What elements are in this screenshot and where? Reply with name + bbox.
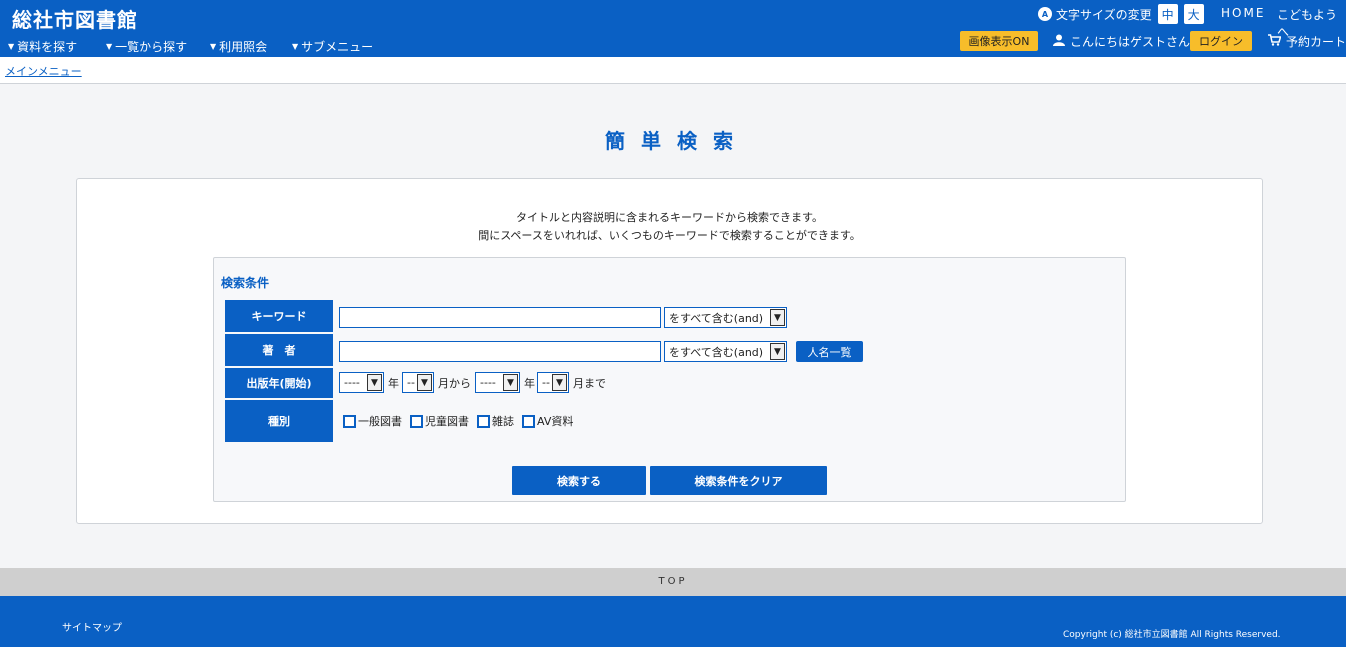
image-toggle-button[interactable]: 画像表示ON xyxy=(960,31,1038,51)
checkbox-icon xyxy=(410,414,423,428)
footer: サイトマップ Copyright (c) 総社市立図書館 All Rights … xyxy=(0,596,1346,647)
back-to-top[interactable]: TOP xyxy=(0,568,1346,596)
search-description: タイトルと内容説明に含まれるキーワードから検索できます。 間にスペースをいれれば… xyxy=(478,211,861,242)
font-size-control: A 文字サイズの変更 中 大 xyxy=(1038,4,1204,24)
month-to-label: 月まで xyxy=(573,377,606,390)
checkbox-icon xyxy=(477,414,490,428)
month-to-select[interactable]: -- ▼ xyxy=(537,372,569,393)
author-input[interactable] xyxy=(339,341,661,362)
page-title: 簡単検索 xyxy=(605,129,749,153)
clear-conditions-button[interactable]: 検索条件をクリア xyxy=(650,466,827,495)
year-from-select[interactable]: ---- ▼ xyxy=(339,372,384,393)
home-link[interactable]: HOME xyxy=(1221,6,1265,20)
font-size-icon: A xyxy=(1038,7,1052,21)
keyword-label: キーワード xyxy=(225,300,333,332)
year-unit-label: 年 xyxy=(524,377,535,390)
author-match-select[interactable]: をすべて含む(and) ▼ xyxy=(664,341,787,362)
copyright: Copyright (c) 総社市立図書館 All Rights Reserve… xyxy=(1063,630,1281,640)
font-size-label: 文字サイズの変更 xyxy=(1056,7,1152,22)
site-title[interactable]: 総社市図書館 xyxy=(12,4,138,33)
breadcrumb-main-menu[interactable]: メインメニュー xyxy=(5,63,82,79)
keyword-input[interactable] xyxy=(339,307,661,328)
user-icon xyxy=(1053,34,1065,49)
font-size-large-button[interactable]: 大 xyxy=(1183,4,1204,24)
chevron-down-icon: ▼ xyxy=(503,374,518,391)
conditions-title: 検索条件 xyxy=(221,276,270,290)
chevron-down-icon: ▼ xyxy=(367,374,382,391)
chevron-down-icon: ▼ xyxy=(770,343,785,360)
search-button[interactable]: 検索する xyxy=(512,466,646,495)
type-magazines-checkbox[interactable]: 雑誌 xyxy=(477,413,514,429)
reservation-cart-link[interactable]: 予約カート xyxy=(1268,33,1346,50)
header: 総社市図書館 ▼ 資料を探す ▼ 一覧から探す ▼ 利用照会 ▼ サブメニュー A 文字… xyxy=(0,0,1346,57)
type-av-materials-checkbox[interactable]: AV資料 xyxy=(522,413,573,429)
chevron-down-icon: ▼ xyxy=(417,374,432,391)
search-conditions: 検索条件 キーワード をすべて含む(and) ▼ 著 者 をすべて含む(and)… xyxy=(213,257,1126,502)
greeting: こんにちはゲストさん xyxy=(1053,33,1190,50)
year-unit-label: 年 xyxy=(388,377,399,390)
chevron-down-icon: ▼ xyxy=(770,309,785,326)
year-to-select[interactable]: ---- ▼ xyxy=(475,372,520,393)
search-panel: タイトルと内容説明に含まれるキーワードから検索できます。 間にスペースをいれれば… xyxy=(76,178,1263,524)
material-type-options: 一般図書 児童図書 雑誌 AV資料 xyxy=(343,413,581,429)
person-list-button[interactable]: 人名一覧 xyxy=(796,341,863,362)
chevron-down-icon: ▼ xyxy=(552,374,567,391)
breadcrumb: メインメニュー xyxy=(0,57,1346,84)
type-childrens-books-checkbox[interactable]: 児童図書 xyxy=(410,413,469,429)
sitemap-link[interactable]: サイトマップ xyxy=(62,619,122,634)
material-type-label: 種別 xyxy=(225,400,333,442)
author-label: 著 者 xyxy=(225,334,333,366)
month-from-label: 月から xyxy=(438,377,471,390)
checkbox-icon xyxy=(522,414,535,428)
publish-year-label: 出版年(開始) xyxy=(225,368,333,398)
cart-icon xyxy=(1268,34,1282,49)
month-from-select[interactable]: -- ▼ xyxy=(402,372,434,393)
font-size-medium-button[interactable]: 中 xyxy=(1157,4,1178,24)
keyword-match-select[interactable]: をすべて含む(and) ▼ xyxy=(664,307,787,328)
checkbox-icon xyxy=(343,414,356,428)
login-button[interactable]: ログイン xyxy=(1190,31,1252,51)
type-general-books-checkbox[interactable]: 一般図書 xyxy=(343,413,402,429)
header-actions: 画像表示ON こんにちはゲストさん ログイン 予約カート xyxy=(0,31,1346,51)
publish-year-range: ---- ▼ 年 -- ▼ 月から ---- ▼ 年 -- ▼ 月まで xyxy=(339,372,739,393)
